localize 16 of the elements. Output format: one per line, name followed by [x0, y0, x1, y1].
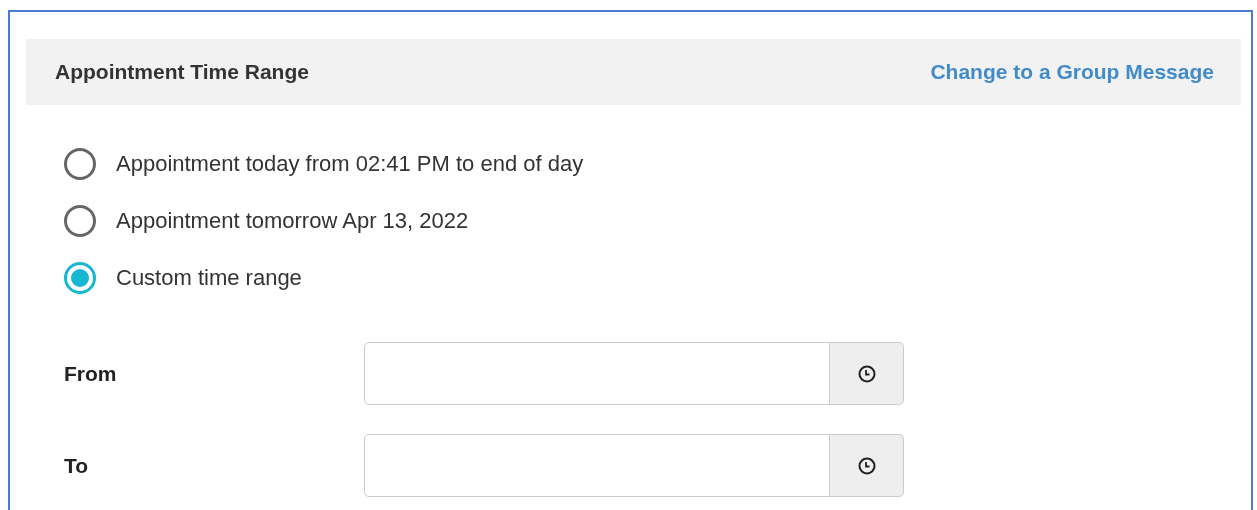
time-input-field[interactable]	[364, 434, 830, 497]
option-label: Appointment today from 02:41 PM to end of day	[116, 150, 584, 177]
clock-button[interactable]	[830, 342, 904, 405]
group-message-link[interactable]: Change to a Group Message	[930, 60, 1214, 84]
option-label: Appointment tomorrow Apr 13, 2022	[116, 207, 469, 234]
clock-icon	[857, 364, 876, 383]
field-label: From	[64, 361, 118, 386]
radio-button[interactable]	[64, 261, 96, 294]
option-label: Custom time range	[116, 264, 302, 291]
time-input-field[interactable]	[364, 342, 830, 405]
field-label: To	[64, 453, 90, 478]
radio-button[interactable]	[64, 147, 96, 180]
clock-button[interactable]	[830, 434, 904, 497]
section-title: Appointment Time Range	[55, 60, 309, 84]
clock-icon	[857, 456, 876, 475]
radio-button[interactable]	[64, 204, 96, 237]
